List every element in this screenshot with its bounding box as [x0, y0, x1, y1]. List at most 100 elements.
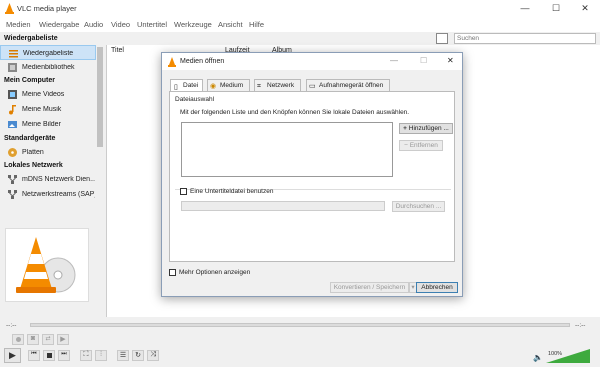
dialog-close-button[interactable]: ✕ — [447, 56, 454, 65]
frame-step-button[interactable]: ▶ — [57, 334, 69, 345]
sidebar-item-mdns[interactable]: mDNS Netzwerk Dien... — [0, 172, 96, 187]
stop-icon — [46, 353, 52, 358]
menu-audio[interactable]: Audio — [84, 20, 103, 29]
playlist-button[interactable]: ☰ — [117, 350, 129, 361]
menu-untertitel[interactable]: Untertitel — [137, 20, 167, 29]
remove-button[interactable]: − Entfernen — [399, 140, 443, 151]
dialog-maximize-button[interactable]: ☐ — [420, 56, 427, 65]
more-options-label: Mehr Optionen anzeigen — [179, 269, 251, 276]
frame-step-icon: ▶ — [60, 336, 66, 343]
volume-slider[interactable] — [546, 349, 590, 363]
tab-capture-device[interactable]: ▭ Aufnahmegerät öffnen — [306, 79, 390, 91]
remove-button-label: Entfernen — [409, 142, 438, 149]
equalizer-icon: ⫶ — [100, 351, 102, 358]
network-icon — [7, 174, 18, 185]
column-title[interactable]: Titel — [111, 47, 124, 54]
menu-ansicht[interactable]: Ansicht — [218, 20, 243, 29]
menu-hilfe[interactable]: Hilfe — [249, 20, 264, 29]
menu-wiedergabe[interactable]: Wiedergabe — [39, 20, 79, 29]
sidebar-item-discs[interactable]: Platten — [0, 145, 96, 160]
seek-bar[interactable] — [30, 323, 570, 327]
tab-network[interactable]: ⌗ Netzwerk — [254, 79, 301, 91]
play-button[interactable]: ▶ — [4, 348, 21, 363]
play-icon: ▶ — [9, 350, 16, 360]
playlist-view-toggle-icon[interactable] — [436, 33, 448, 44]
tab-label: Aufnahmegerät öffnen — [319, 82, 384, 89]
vlc-logo-icon — [5, 3, 14, 14]
close-button[interactable]: ✕ — [570, 0, 600, 17]
next-button[interactable]: ⏭ — [58, 350, 70, 361]
previous-icon: ⏮ — [31, 351, 37, 357]
library-icon — [7, 62, 18, 73]
sidebar-item-label: mDNS Netzwerk Dien... — [22, 176, 95, 183]
sidebar-item-sap[interactable]: Netzwerkstreams (SAP) — [0, 187, 96, 202]
menu-video[interactable]: Video — [111, 20, 130, 29]
film-icon — [7, 89, 18, 100]
shuffle-icon: ⤨ — [150, 351, 156, 358]
sidebar-item-pictures[interactable]: Meine Bilder — [0, 117, 96, 132]
album-art — [5, 228, 89, 302]
music-note-icon — [7, 104, 18, 115]
loop-button[interactable]: ↻ — [132, 350, 144, 361]
loop-ab-button[interactable]: ⇄ — [42, 334, 54, 345]
cancel-button[interactable]: Abbrechen — [416, 282, 458, 293]
file-selection-group-label: Dateiauswahl — [175, 96, 215, 103]
scrollbar-thumb[interactable] — [97, 47, 103, 147]
minimize-button[interactable]: — — [510, 0, 540, 17]
sidebar-scrollbar[interactable] — [96, 45, 104, 215]
network-icon — [7, 189, 18, 200]
stop-button[interactable] — [43, 350, 55, 361]
loop-ab-icon: ⇄ — [45, 336, 51, 342]
sidebar-item-label: Meine Bilder — [22, 121, 61, 128]
file-list[interactable] — [181, 122, 393, 177]
camera-icon: ◙ — [30, 335, 36, 342]
browse-button[interactable]: Durchsuchen ... — [392, 201, 445, 212]
sidebar-item-label: Platten — [22, 149, 44, 156]
tab-label: Netzwerk — [267, 82, 295, 89]
sidebar-item-videos[interactable]: Meine Videos — [0, 87, 96, 102]
elapsed-time: --:-- — [6, 322, 17, 329]
extended-settings-button[interactable]: ⫶ — [95, 350, 107, 361]
subtitle-file-field[interactable] — [181, 201, 385, 211]
file-tab-pane: Dateiauswahl Mit der folgenden Liste und… — [169, 91, 455, 262]
tab-label: Datei — [183, 82, 199, 89]
subtitle-checkbox[interactable] — [180, 188, 187, 195]
vlc-cone-art-icon — [16, 237, 76, 293]
disc-icon — [7, 147, 18, 158]
tab-disc[interactable]: ◉ Medium — [207, 79, 250, 91]
sidebar-item-label: Netzwerkstreams (SAP) — [22, 191, 95, 198]
record-button[interactable] — [12, 334, 24, 345]
next-icon: ⏭ — [61, 351, 67, 357]
fullscreen-icon: ⛶ — [83, 351, 89, 358]
playlist-icon — [8, 48, 19, 59]
search-input[interactable] — [454, 33, 596, 44]
sidebar-item-playlist[interactable]: Wiedergabeliste — [0, 45, 96, 60]
menu-medien[interactable]: Medien — [6, 20, 31, 29]
title-bar: VLC media player — ☐ ✕ — [0, 0, 600, 17]
dialog-title-bar: Medien öffnen — ☐ ✕ — [162, 53, 462, 70]
total-time: --:-- — [575, 322, 586, 329]
snapshot-button[interactable]: ◙ — [27, 334, 39, 345]
maximize-button[interactable]: ☐ — [541, 0, 571, 17]
record-icon — [15, 337, 21, 342]
convert-save-button[interactable]: Konvertieren / Speichern — [330, 282, 409, 293]
sidebar: Wiedergabeliste Wiedergabeliste Medienbi… — [0, 35, 104, 215]
previous-button[interactable]: ⏮ — [28, 350, 40, 361]
picture-icon — [7, 119, 18, 130]
fullscreen-button[interactable]: ⛶ — [80, 350, 92, 361]
menu-werkzeuge[interactable]: Werkzeuge — [174, 20, 212, 29]
sidebar-item-music[interactable]: Meine Musik — [0, 102, 96, 117]
add-button[interactable]: + Hinzufügen ... — [399, 123, 453, 134]
speaker-icon[interactable]: 🔈 — [533, 353, 543, 362]
window-title: VLC media player — [17, 4, 77, 13]
sidebar-item-label: Wiedergabeliste — [23, 50, 74, 57]
more-options-checkbox[interactable] — [169, 269, 176, 276]
dialog-minimize-button[interactable]: — — [390, 56, 398, 65]
sidebar-header-computer: Mein Computer — [4, 77, 55, 84]
shuffle-button[interactable]: ⤨ — [147, 350, 159, 361]
sidebar-header-network: Lokales Netzwerk — [4, 162, 63, 169]
sidebar-header-playlist: Wiedergabeliste — [4, 35, 58, 42]
sidebar-header-devices: Standardgeräte — [4, 135, 56, 142]
menu-bar: Medien Wiedergabe Audio Video Untertitel… — [0, 17, 600, 32]
sidebar-item-library[interactable]: Medienbibliothek — [0, 60, 96, 75]
